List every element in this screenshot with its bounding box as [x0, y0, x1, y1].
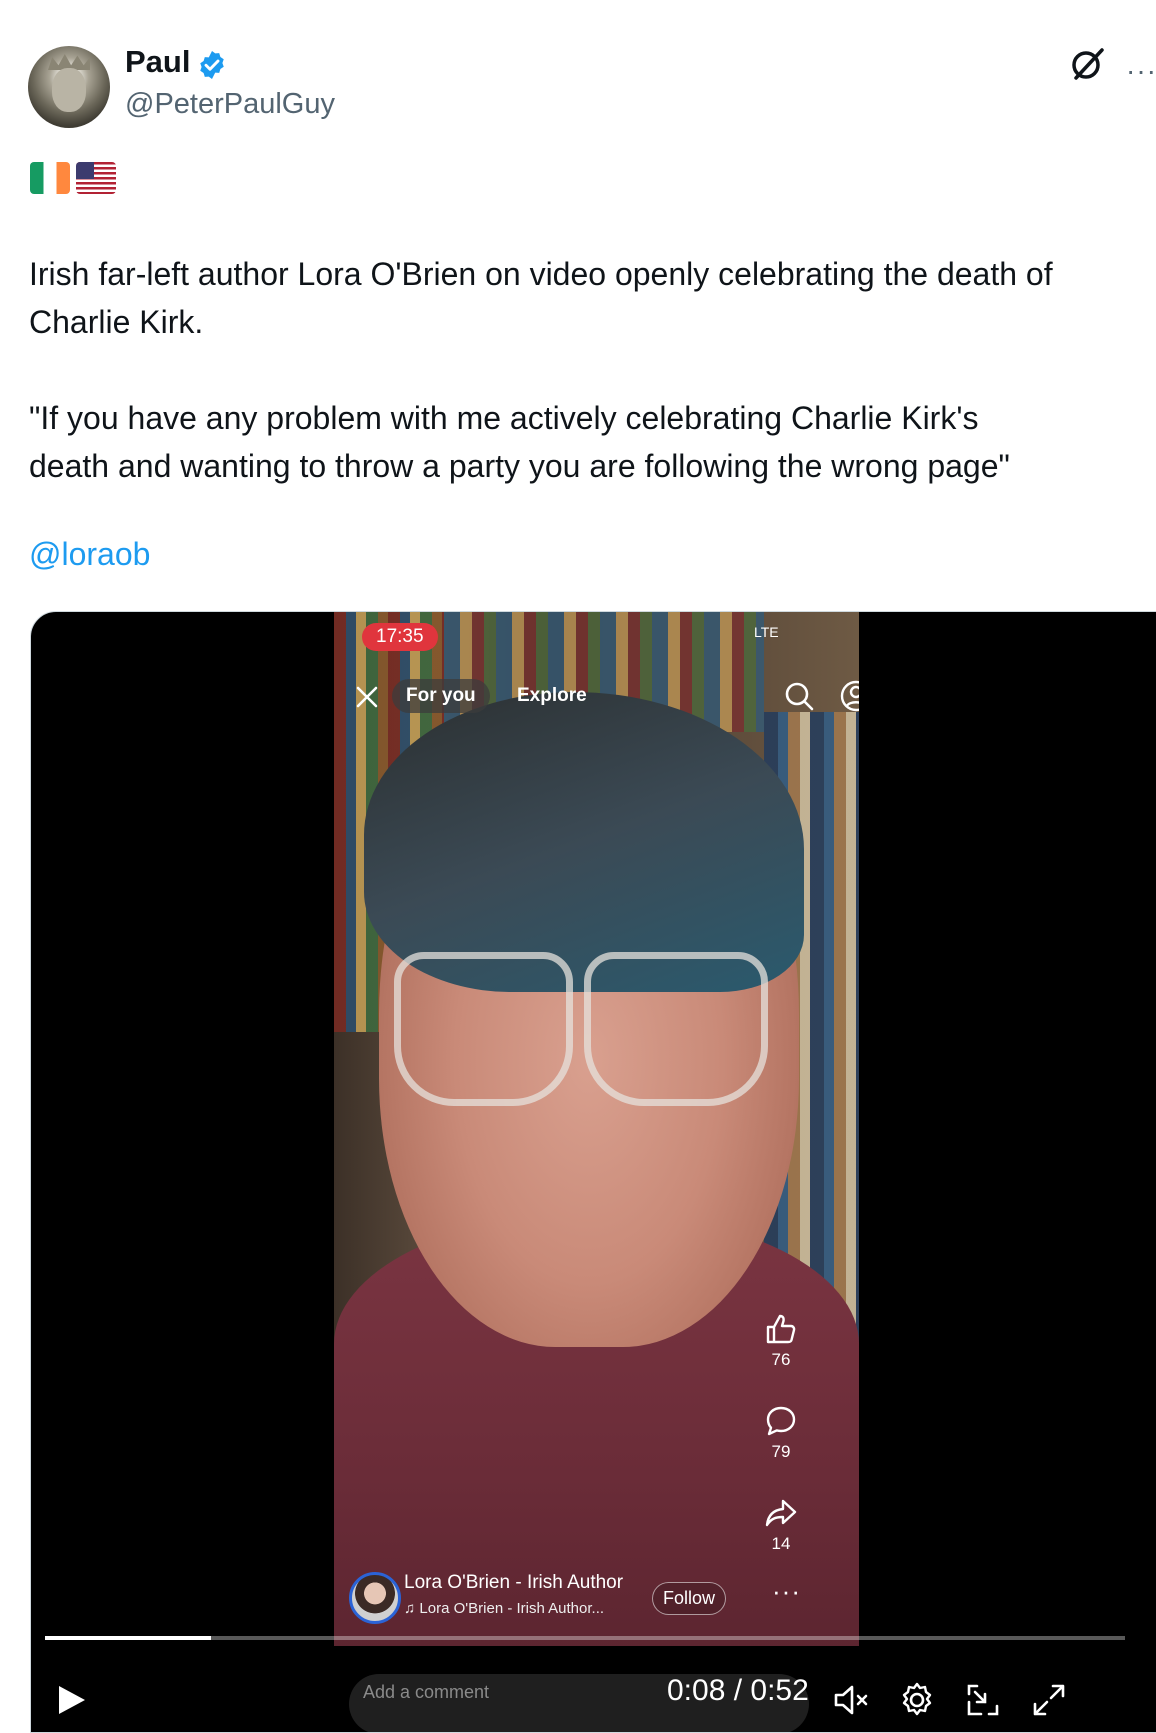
like-action[interactable]: 76 — [756, 1312, 806, 1370]
like-count: 76 — [771, 1350, 791, 1369]
video-time: 0:08 / 0:52 — [667, 1674, 809, 1707]
creator-avatar[interactable] — [349, 1572, 401, 1624]
follow-button[interactable]: Follow — [652, 1582, 727, 1615]
flag-ireland-icon — [30, 162, 70, 194]
video-progress-bar[interactable] — [45, 1636, 1125, 1640]
creator-sound[interactable]: ♫ Lora O'Brien - Irish Author... — [404, 1600, 604, 1617]
creator-more-icon[interactable]: ··· — [772, 1576, 801, 1607]
person-hair — [364, 692, 804, 992]
tab-for-you[interactable]: For you — [392, 679, 490, 713]
fullscreen-icon[interactable] — [1029, 1680, 1069, 1720]
author-avatar[interactable] — [28, 46, 110, 128]
comment-placeholder: Add a comment — [363, 1682, 490, 1702]
video-frame[interactable]: 17:35 LTE For you Explore 76 79 14 Lora … — [334, 612, 859, 1646]
video-player[interactable]: 17:35 LTE For you Explore 76 79 14 Lora … — [30, 611, 1156, 1733]
author-handle[interactable]: @PeterPaulGuy — [125, 88, 335, 121]
comment-count: 79 — [771, 1442, 791, 1461]
mute-icon[interactable] — [831, 1680, 871, 1720]
avatar-face — [52, 68, 86, 112]
flag-emojis — [30, 162, 122, 194]
share-action[interactable]: 14 — [756, 1496, 806, 1554]
verified-badge-icon — [200, 51, 224, 79]
pip-icon[interactable] — [963, 1680, 1003, 1720]
post-text-line: Irish far-left author Lora O'Brien on vi… — [29, 256, 1053, 292]
tab-explore[interactable]: Explore — [517, 685, 587, 707]
mention-link[interactable]: @loraob — [29, 536, 150, 573]
video-progress-fill — [45, 1636, 212, 1640]
post-text-line: death and wanting to throw a party you a… — [29, 448, 1010, 484]
grok-icon[interactable] — [1068, 44, 1108, 84]
creator-name[interactable]: Lora O'Brien - Irish Author — [404, 1572, 623, 1594]
settings-icon[interactable] — [897, 1680, 937, 1720]
flag-united-states-icon — [76, 162, 116, 194]
creator-sound-label: Lora O'Brien - Irish Author... — [419, 1600, 605, 1617]
share-icon[interactable] — [764, 1496, 798, 1530]
thumbs-up-icon[interactable] — [764, 1312, 798, 1346]
profile-icon[interactable] — [839, 679, 859, 713]
glasses-left-lens — [394, 952, 573, 1106]
author-name[interactable]: Paul — [125, 44, 190, 80]
play-icon[interactable] — [53, 1682, 89, 1718]
close-icon[interactable] — [352, 682, 382, 712]
share-count: 14 — [771, 1534, 791, 1553]
glasses-right-lens — [584, 952, 768, 1106]
comment-icon[interactable] — [764, 1404, 798, 1438]
status-network: LTE — [754, 624, 779, 640]
comment-action[interactable]: 79 — [756, 1404, 806, 1462]
post-text-line: Charlie Kirk. — [29, 304, 204, 340]
status-time: 17:35 — [362, 623, 438, 651]
more-icon[interactable]: ··· — [1126, 55, 1156, 87]
search-icon[interactable] — [782, 679, 816, 713]
post-text-line: "If you have any problem with me activel… — [29, 400, 979, 436]
